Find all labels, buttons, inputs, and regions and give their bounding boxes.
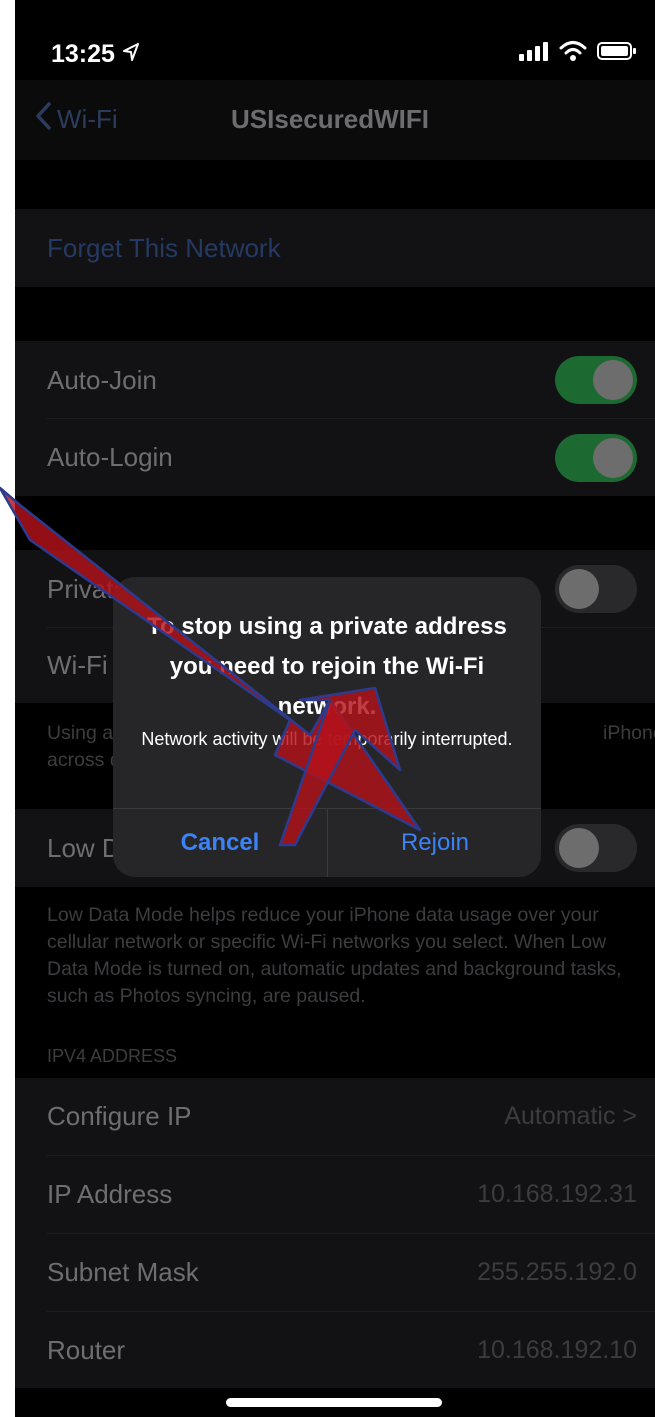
configure-ip-row[interactable]: Configure IP Automatic > xyxy=(15,1078,655,1155)
forget-network-button[interactable]: Forget This Network xyxy=(15,209,655,287)
router-value: 10.168.192.10 xyxy=(477,1335,637,1364)
page-title: USIsecuredWIFI xyxy=(231,104,429,134)
rejoin-button[interactable]: Rejoin xyxy=(328,809,541,877)
router-label: Router xyxy=(47,1334,126,1365)
ip-address-label: IP Address xyxy=(47,1179,173,1209)
subnet-mask-value: 255.255.192.0 xyxy=(477,1258,637,1286)
low-data-note: Low Data Mode helps reduce your iPhone d… xyxy=(47,904,622,1007)
cellular-signal-icon xyxy=(519,41,549,66)
wifi-icon xyxy=(559,40,587,67)
forget-section: Forget This Network xyxy=(15,209,655,287)
auto-login-row: Auto-Login xyxy=(15,419,655,496)
low-data-toggle[interactable] xyxy=(555,824,637,872)
auto-join-toggle[interactable] xyxy=(555,356,637,404)
forget-label: Forget This Network xyxy=(47,232,281,263)
dialog-title: To stop using a private address you need… xyxy=(147,613,507,720)
status-indicators xyxy=(519,40,637,67)
auto-login-toggle[interactable] xyxy=(555,434,637,482)
dialog-message: Network activity will be temporarily int… xyxy=(141,729,513,749)
configure-ip-value: Automatic > xyxy=(504,1102,637,1130)
configure-ip-label: Configure IP xyxy=(47,1101,192,1131)
status-time: 13:25 xyxy=(51,40,115,68)
ip-address-value: 10.168.192.31 xyxy=(477,1180,637,1208)
navigation-bar: Wi-Fi USIsecuredWIFI xyxy=(15,80,655,160)
auto-join-label: Auto-Join xyxy=(47,364,157,395)
router-row: Router 10.168.192.10 xyxy=(15,1312,655,1388)
auto-join-row: Auto-Join xyxy=(15,341,655,419)
ipv4-header: IPV4 ADDRESS xyxy=(47,1046,178,1066)
subnet-mask-label: Subnet Mask xyxy=(47,1257,199,1287)
auto-login-label: Auto-Login xyxy=(47,442,173,472)
home-indicator[interactable] xyxy=(226,1398,442,1407)
ip-address-row: IP Address 10.168.192.31 xyxy=(15,1156,655,1233)
cancel-button[interactable]: Cancel xyxy=(113,809,327,877)
private-address-toggle[interactable] xyxy=(555,565,637,613)
auto-section: Auto-Join Auto-Login xyxy=(15,341,655,496)
battery-icon xyxy=(597,41,637,66)
rejoin-alert-dialog: To stop using a private address you need… xyxy=(113,577,541,877)
location-icon xyxy=(123,43,139,66)
ipv4-section: Configure IP Automatic > IP Address 10.1… xyxy=(15,1078,655,1388)
subnet-mask-row: Subnet Mask 255.255.192.0 xyxy=(15,1234,655,1311)
